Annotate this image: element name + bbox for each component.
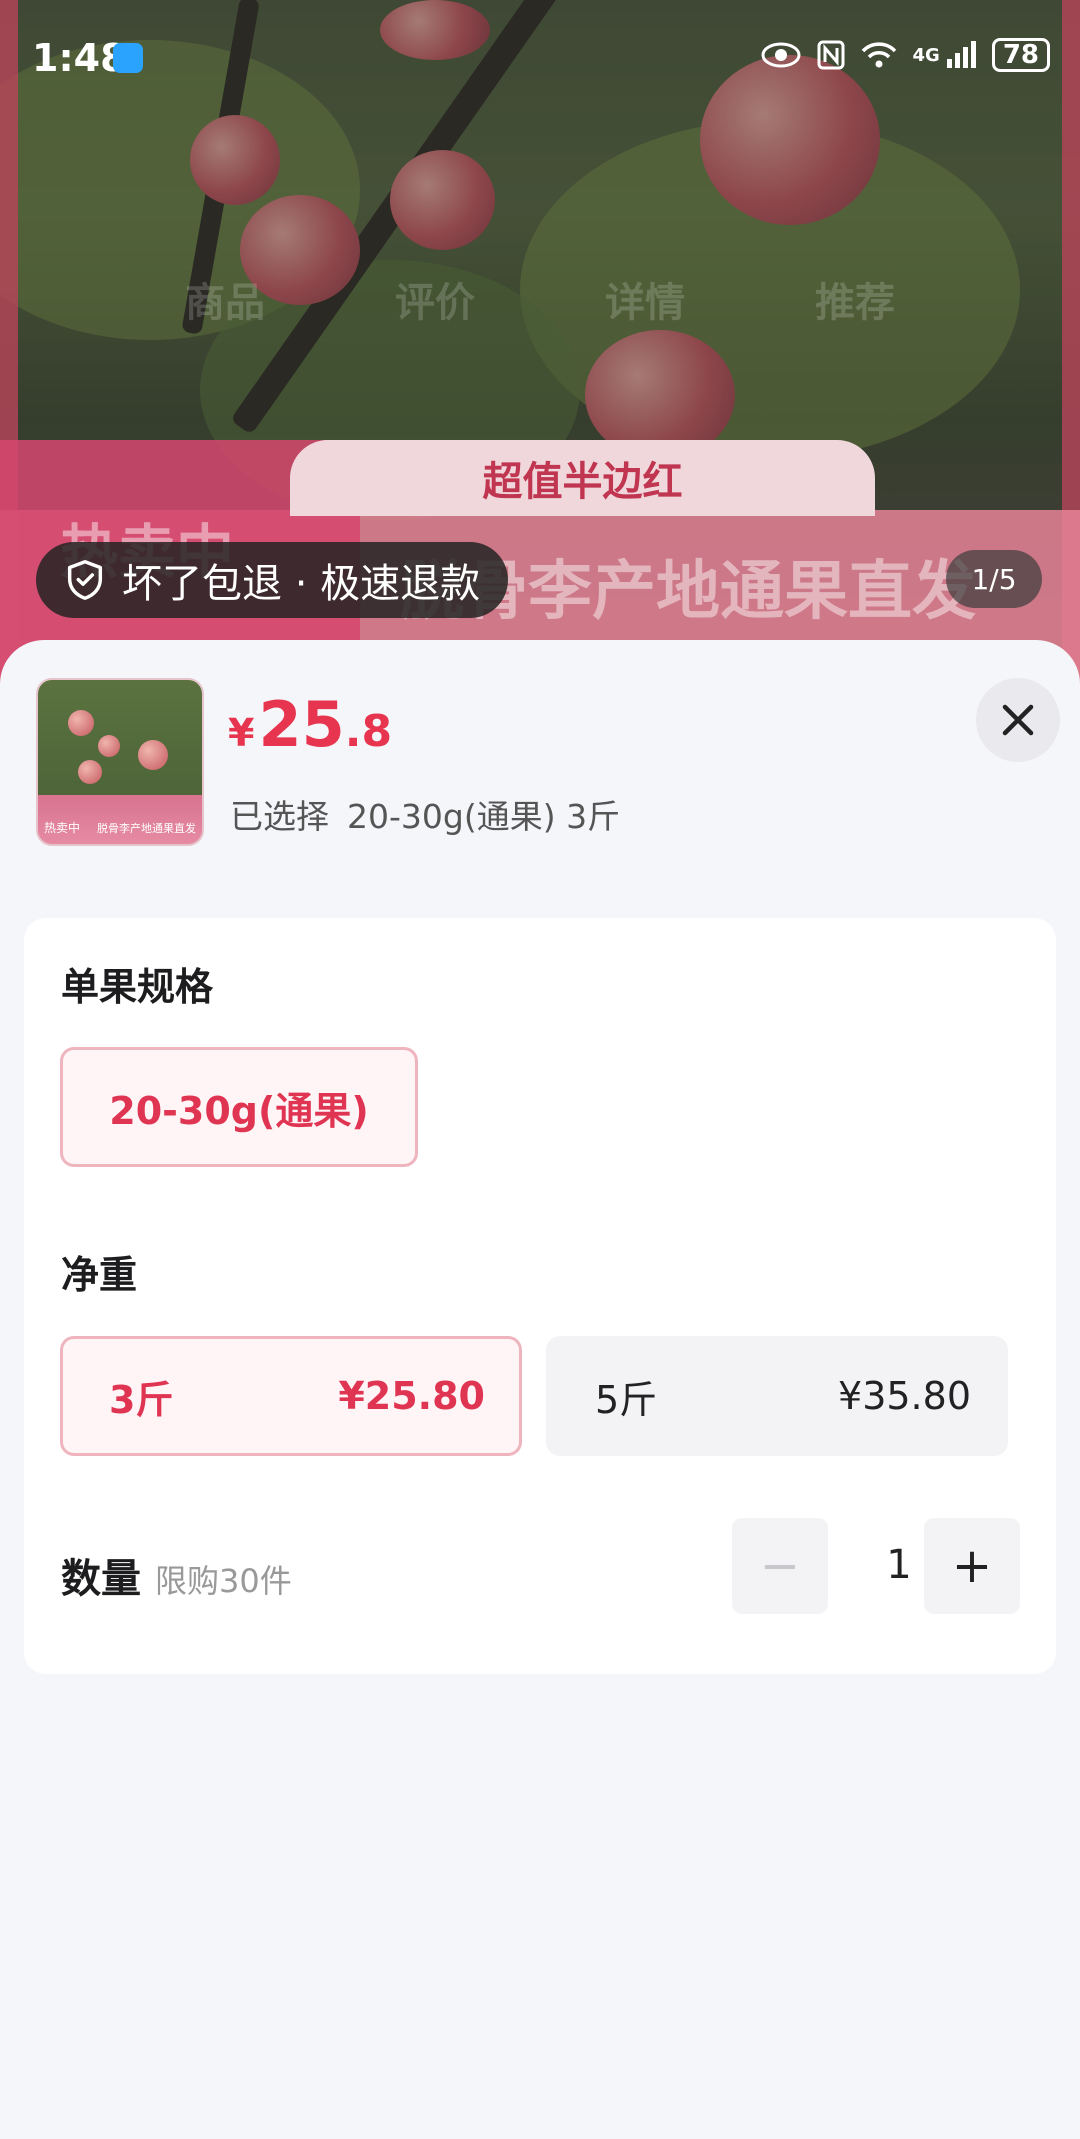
weight-option-5jin[interactable]: 5斤 ¥35.80 (546, 1336, 1008, 1456)
price-decimal: .8 (344, 706, 393, 757)
status-bar: 1:48 4G 78 (0, 0, 1080, 120)
tab-details: 详情 (605, 280, 685, 326)
weight-option-3jin[interactable]: 3斤 ¥25.80 (60, 1336, 522, 1456)
tab-reviews: 评价 (395, 280, 475, 326)
selected-summary: 已选择 20-30g(通果) 3斤 (230, 790, 620, 838)
spec-option-label: 20-30g(通果) (109, 1088, 369, 1133)
selected-label: 已选择 (230, 797, 329, 836)
close-button[interactable] (976, 678, 1060, 762)
network-type: 4G (912, 44, 940, 66)
signal-icon (946, 41, 976, 68)
weight-option-price: ¥35.80 (838, 1374, 971, 1418)
thumb-peach (68, 710, 94, 736)
plus-icon: + (951, 1538, 993, 1594)
thumbnail-caption: 脱骨李产地通果直发 (97, 822, 196, 835)
price-currency: ¥ (228, 711, 255, 755)
quantity-label-group: 数量 限购30件 (61, 1546, 292, 1604)
status-icons: 4G 78 (761, 38, 1050, 72)
thumb-peach (98, 735, 120, 757)
quantity-label: 数量 (61, 1556, 141, 1602)
image-counter: 1/5 (946, 550, 1042, 608)
cloud-app-icon (113, 43, 143, 73)
nfc-icon (817, 40, 844, 70)
guarantee-text: 坏了包退 · 极速退款 (122, 561, 481, 607)
price-integer: 25 (258, 688, 345, 761)
options-card: 单果规格 20-30g(通果) 净重 3斤 ¥25.80 5斤 ¥35.80 数… (24, 918, 1056, 1674)
weight-option-label: 5斤 (595, 1377, 658, 1422)
spec-option-20-30g[interactable]: 20-30g(通果) (60, 1047, 418, 1167)
thumb-peach (78, 760, 102, 784)
sheet-header: 热卖中 脱骨李产地通果直发 ¥ 25 .8 已选择 20-30g(通果) 3斤 (0, 640, 1080, 920)
close-icon (1002, 704, 1034, 736)
wifi-icon (861, 42, 896, 68)
minus-icon: − (759, 1538, 801, 1594)
banner-tag: 超值半边红 (290, 440, 875, 516)
price-display: ¥ 25 .8 (228, 688, 392, 761)
purchase-limit: 限购30件 (155, 1562, 292, 1600)
product-thumbnail[interactable]: 热卖中 脱骨李产地通果直发 (36, 678, 204, 846)
thumb-peach (138, 740, 168, 770)
battery-level: 78 (1002, 40, 1039, 70)
page-tabs-dimmed: 商品 评价 详情 推荐 (0, 270, 1080, 328)
battery-indicator: 78 (991, 38, 1050, 72)
tab-recommend: 推荐 (815, 280, 895, 326)
shield-check-icon (67, 560, 103, 600)
selected-value: 20-30g(通果) 3斤 (347, 797, 621, 836)
spec-section-title: 单果规格 (61, 965, 214, 1009)
thumbnail-tag: 热卖中 (44, 821, 81, 835)
weight-option-label: 3斤 (109, 1377, 174, 1422)
quantity-increase-button[interactable]: + (924, 1518, 1020, 1614)
quantity-decrease-button[interactable]: − (732, 1518, 828, 1614)
weight-section-title: 净重 (61, 1253, 138, 1297)
eye-icon (761, 42, 800, 68)
tab-goods: 商品 (185, 280, 265, 326)
weight-option-price: ¥25.80 (338, 1374, 485, 1418)
sku-selector-sheet: 热卖中 脱骨李产地通果直发 ¥ 25 .8 已选择 20-30g(通果) 3斤 单… (0, 640, 1080, 2139)
guarantee-badge: 坏了包退 · 极速退款 (36, 542, 509, 618)
